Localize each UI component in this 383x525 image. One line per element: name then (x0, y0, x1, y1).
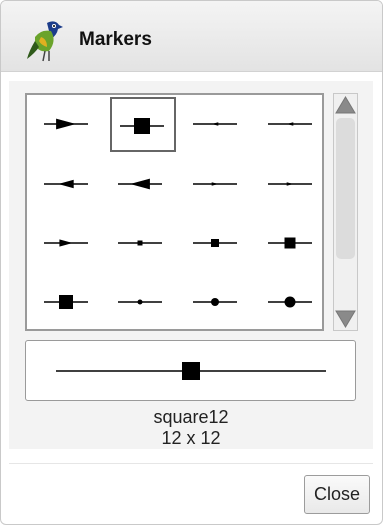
marker-option-arrow-right-small[interactable] (185, 157, 251, 212)
dialog-body: square12 12 x 12 (9, 81, 373, 449)
marker-arrow-right-small-2-icon (268, 182, 312, 186)
marker-arrow-left-small-2-icon (268, 122, 312, 126)
marker-option-dot-medium[interactable] (260, 275, 322, 329)
marker-option-arrow-right-large[interactable] (36, 97, 102, 152)
marker-option-arrow-right-small-2[interactable] (260, 157, 322, 212)
marker-option-dot-small[interactable] (185, 275, 251, 329)
dialog-title: Markers (79, 29, 152, 50)
marker-option-square-tiny[interactable] (110, 216, 176, 271)
marker-arrow-right-medium-icon (44, 239, 88, 247)
scroll-down-arrow-icon[interactable] (335, 309, 356, 329)
marker-square-tiny-icon (118, 240, 162, 246)
marker-option-arrow-left-medium[interactable] (36, 157, 102, 212)
marker-option-arrow-left-small-2[interactable] (260, 97, 322, 152)
green-bird-logo-icon (27, 21, 63, 62)
marker-dot-small-icon (193, 298, 237, 306)
markers-dialog: Markers square12 12 x 12 Close (0, 0, 383, 525)
marker-arrow-left-small-icon (193, 122, 237, 126)
marker-arrow-left-large-icon (118, 178, 162, 190)
footer-divider (9, 463, 373, 464)
marker-grid (25, 93, 324, 331)
marker-square-medium-icon (268, 237, 312, 249)
marker-square12-icon (120, 118, 164, 134)
close-button[interactable]: Close (304, 475, 370, 514)
scrollbar-thumb[interactable] (336, 118, 355, 259)
marker-square-small-icon (193, 239, 237, 247)
marker-square-large-icon (44, 295, 88, 309)
marker-option-square12[interactable] (110, 97, 176, 152)
marker-dot-medium-icon (268, 296, 312, 308)
marker-arrow-left-medium-icon (44, 179, 88, 189)
marker-option-square-large[interactable] (36, 275, 102, 329)
marker-option-dot-tiny[interactable] (110, 275, 176, 329)
selected-marker-name: square12 (153, 407, 229, 427)
marker-dot-tiny-icon (118, 299, 162, 305)
scroll-up-arrow-icon[interactable] (335, 95, 356, 115)
marker-preview (25, 340, 356, 401)
selected-marker-preview-icon (56, 362, 326, 380)
marker-arrow-right-small-icon (193, 182, 237, 186)
marker-option-square-small[interactable] (185, 216, 251, 271)
marker-option-arrow-left-large[interactable] (110, 157, 176, 212)
selected-marker-size: 12 x 12 (161, 428, 221, 448)
marker-option-arrow-right-medium[interactable] (36, 216, 102, 271)
marker-grid-scrollbar[interactable] (333, 93, 358, 331)
marker-option-square-medium[interactable] (260, 216, 322, 271)
marker-arrow-right-large-icon (44, 118, 88, 130)
marker-option-arrow-left-small[interactable] (185, 97, 251, 152)
dialog-titlebar: Markers (1, 1, 382, 72)
